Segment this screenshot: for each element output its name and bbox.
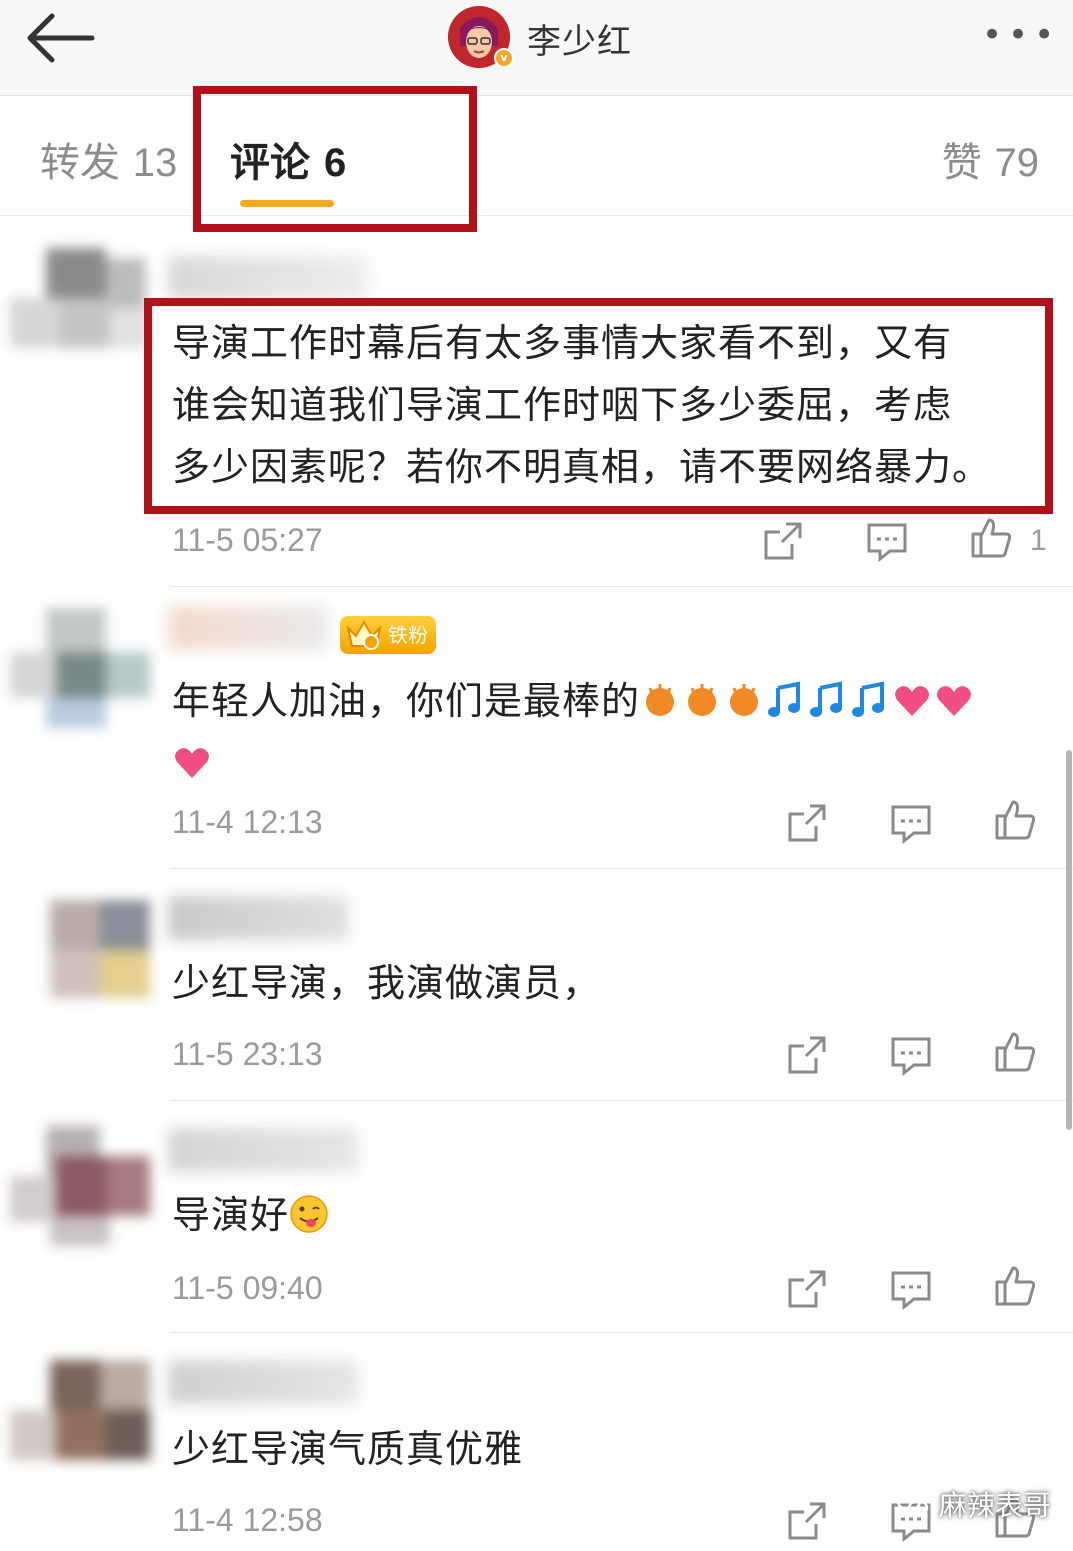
clap-emoji [646, 684, 675, 716]
comment-text-body: 导演好 [172, 1193, 290, 1237]
commenter-avatar[interactable] [10, 608, 150, 728]
heart-emoji [175, 748, 209, 778]
more-options-icon[interactable]: ••• [982, 18, 1060, 52]
comment-time: 11-4 12:58 [172, 1502, 323, 1538]
highlight-box [193, 86, 477, 232]
crown-icon [346, 619, 382, 650]
tab-likes-label: 赞 [941, 140, 982, 186]
divider [170, 1100, 1073, 1101]
divider [170, 868, 1073, 869]
comment-time: 11-5 09:40 [172, 1270, 323, 1306]
verified-badge-icon: v [494, 48, 514, 68]
comment-time: 11-5 23:13 [172, 1036, 323, 1072]
comment-text-body: 年轻人加油，你们是最棒的 [172, 679, 641, 723]
thumbs-up-icon[interactable] [994, 798, 1036, 840]
repost-icon[interactable] [786, 802, 828, 844]
tab-likes-count: 79 [994, 141, 1040, 185]
clap-emoji [730, 684, 759, 716]
thumbs-up-icon[interactable] [994, 1264, 1036, 1306]
divider [170, 586, 1073, 587]
commenter-avatar[interactable] [10, 1126, 150, 1246]
wechat-icon [896, 1490, 929, 1517]
comment-text: 少红导演气质真优雅 [172, 1427, 524, 1471]
divider [170, 1332, 1073, 1333]
comment-text: 少红导演，我演做演员， [172, 961, 602, 1005]
like-count: 1 [1030, 524, 1047, 557]
watermark: 麻辣表哥 [896, 1484, 1051, 1524]
comment-text: 导演好 [172, 1184, 331, 1246]
tab-likes[interactable]: 赞 79 [942, 130, 1039, 188]
comment-text: 年轻人加油，你们是最棒的 [172, 670, 1032, 794]
commenter-name[interactable] [168, 896, 348, 940]
thumbs-up-icon[interactable] [970, 516, 1012, 558]
tab-repost-label: 转发 [40, 140, 120, 186]
commenter-name[interactable] [168, 256, 368, 300]
repost-icon[interactable] [762, 520, 804, 562]
commenter-avatar[interactable] [10, 248, 150, 368]
repost-icon[interactable] [786, 1500, 828, 1542]
commenter-name[interactable] [168, 1128, 358, 1172]
heart-emoji [895, 686, 929, 716]
commenter-avatar[interactable] [10, 896, 150, 1016]
tab-repost-count: 13 [132, 141, 178, 185]
thumbs-up-icon[interactable] [994, 1030, 1036, 1072]
fan-badge: 铁粉 [340, 616, 436, 654]
commenter-avatar[interactable] [10, 1360, 150, 1480]
heart-emoji [937, 686, 971, 716]
repost-icon[interactable] [786, 1268, 828, 1310]
fan-badge-label: 铁粉 [388, 623, 428, 647]
comment-time: 11-5 05:27 [172, 522, 323, 558]
comment-icon[interactable] [890, 802, 932, 844]
comment-time: 11-4 12:13 [172, 804, 323, 840]
watermark-text: 麻辣表哥 [938, 1489, 1051, 1522]
repost-icon[interactable] [786, 1034, 828, 1076]
music-note-emoji [768, 681, 801, 717]
comment-icon[interactable] [866, 520, 908, 562]
tab-bar: 转发 13 评论 6 赞 79 [0, 96, 1073, 216]
top-bar: v 李少红 ••• [0, 0, 1073, 96]
clap-emoji [688, 684, 717, 716]
highlight-box [144, 298, 1053, 514]
commenter-name[interactable] [168, 606, 328, 650]
comment-icon[interactable] [890, 1034, 932, 1076]
comment-icon[interactable] [890, 1268, 932, 1310]
commenter-name[interactable] [168, 1360, 358, 1404]
scrollbar[interactable] [1066, 750, 1072, 1130]
music-note-emoji [810, 681, 843, 717]
tab-repost[interactable]: 转发 13 [40, 130, 177, 188]
music-note-emoji [852, 681, 885, 717]
wink-tongue-emoji [290, 1195, 328, 1233]
page-title[interactable]: 李少红 [527, 14, 632, 63]
back-arrow-icon[interactable] [22, 10, 102, 66]
